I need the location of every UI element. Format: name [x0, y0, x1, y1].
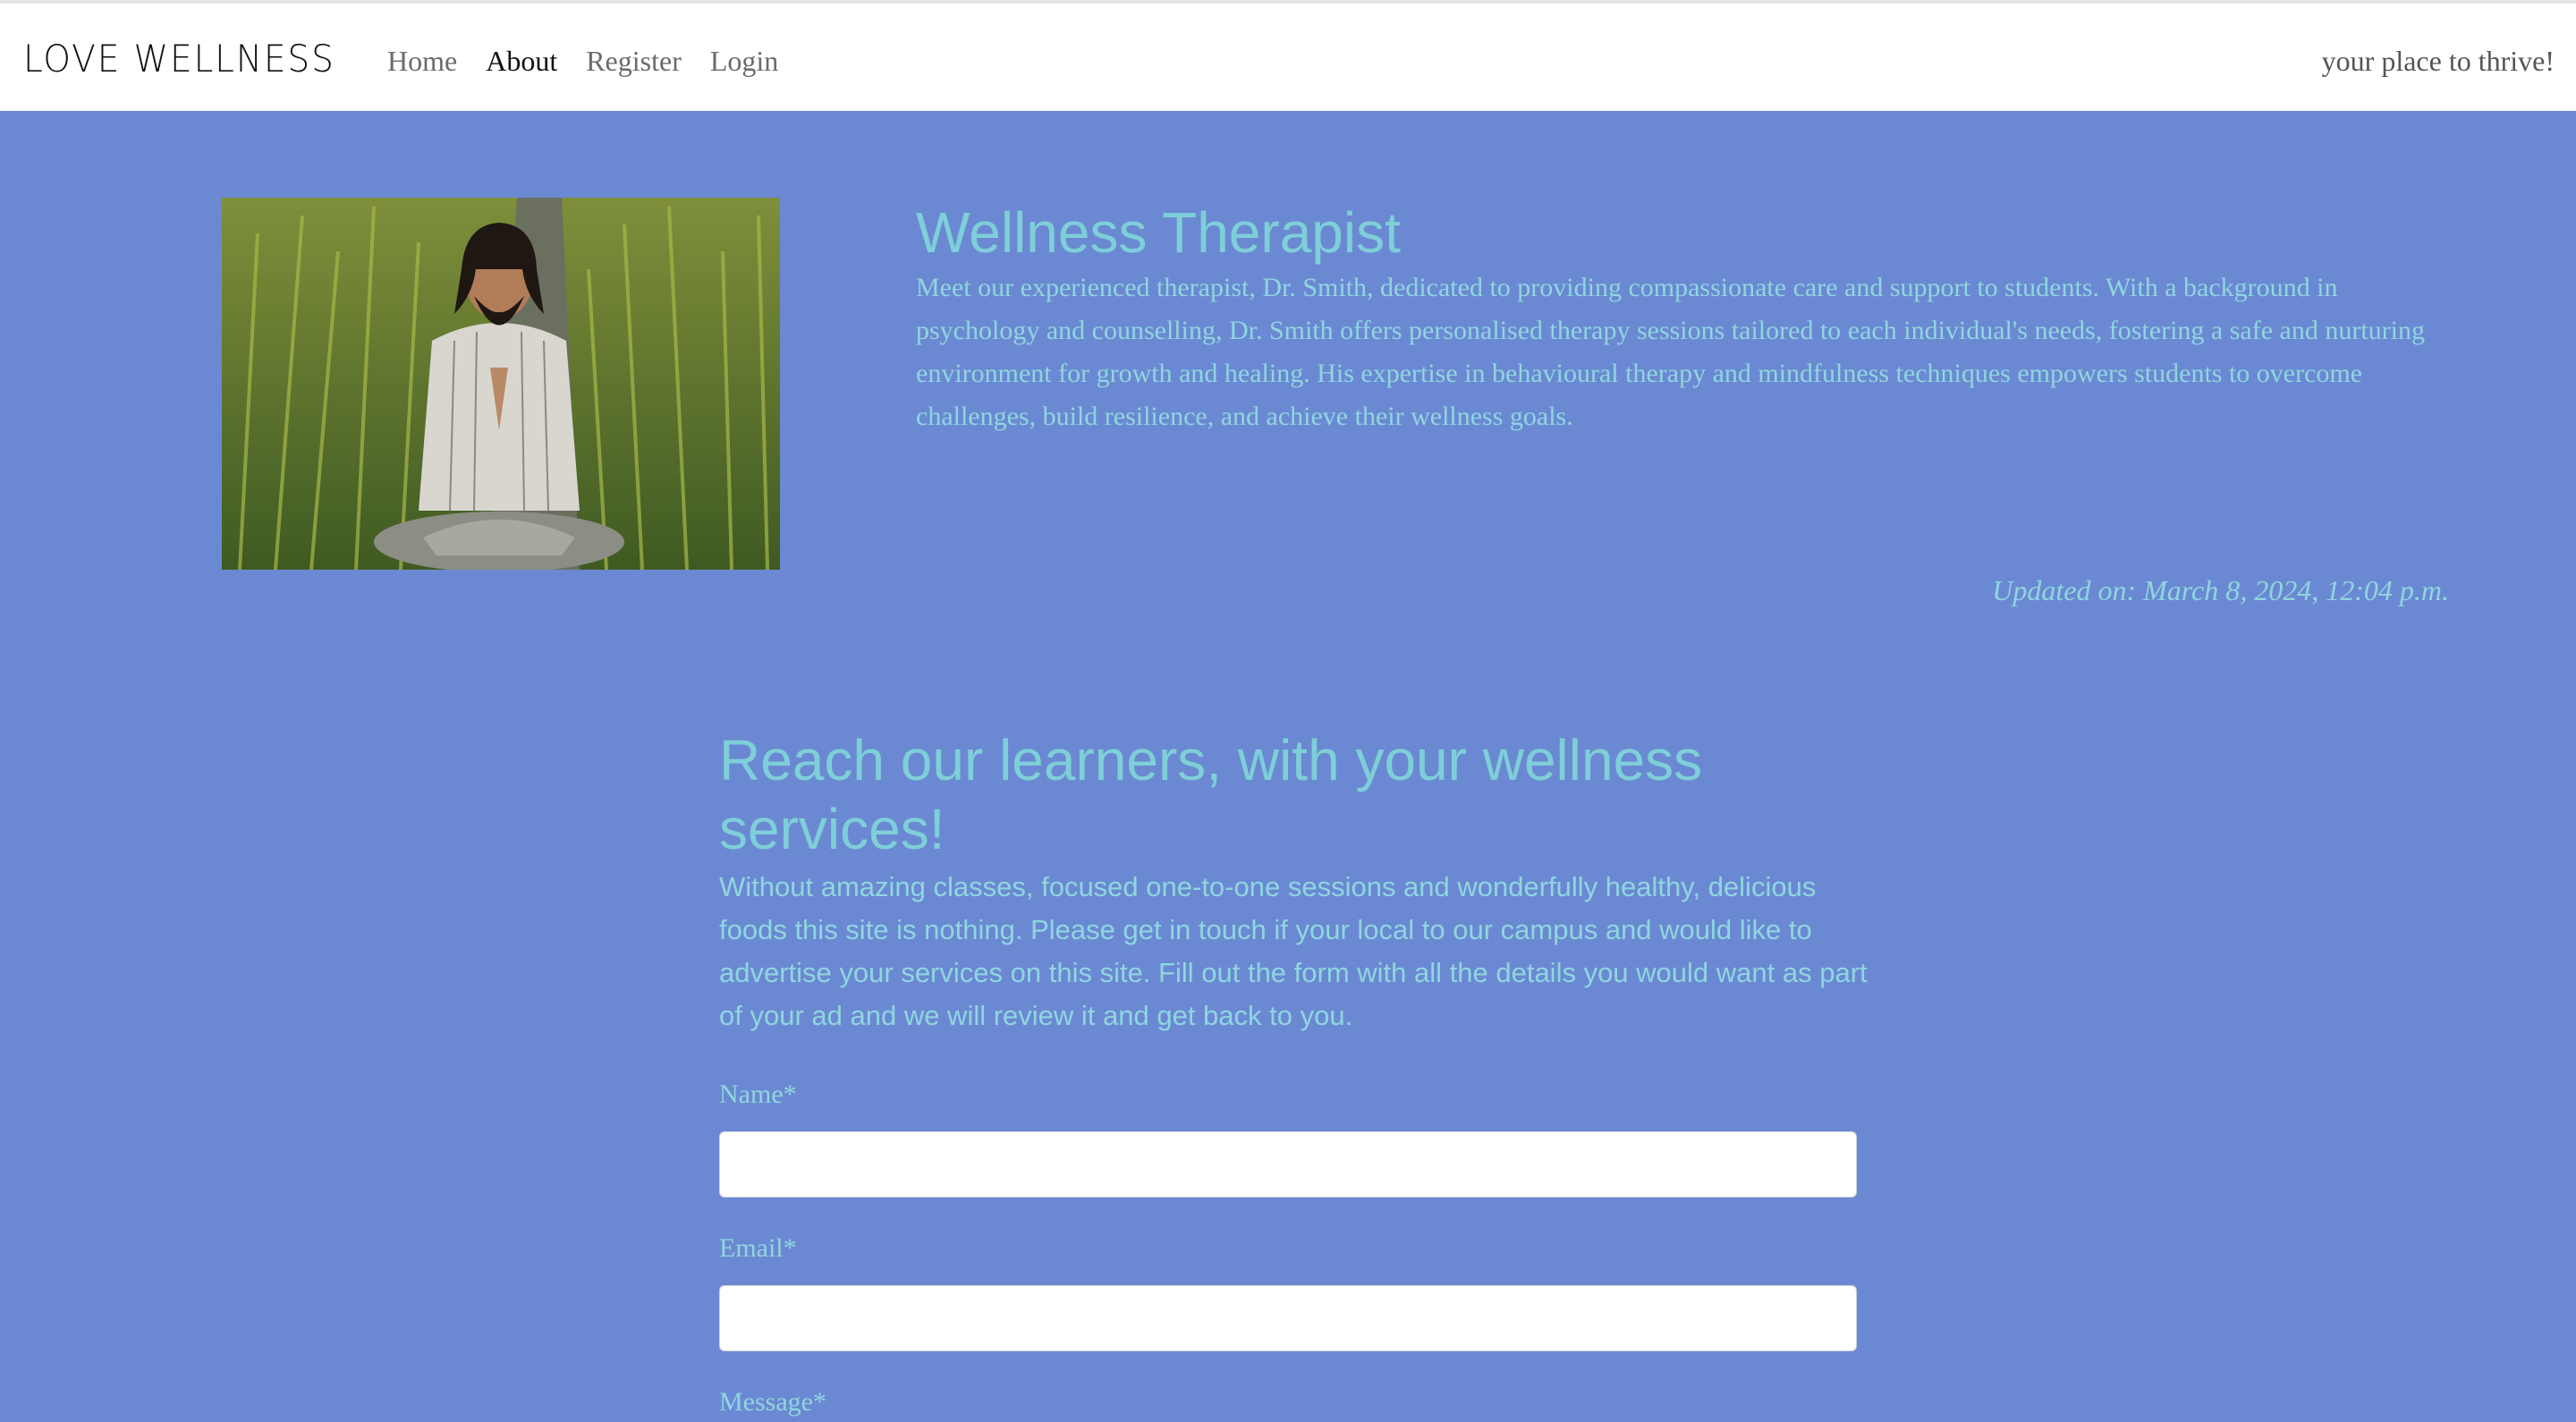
updated-timestamp: Updated on: March 8, 2024, 12:04 p.m.	[1992, 574, 2449, 606]
therapist-description: Meet our experienced therapist, Dr. Smit…	[916, 273, 2425, 431]
nav-link-login[interactable]: Login	[710, 39, 778, 82]
nav-links: Home About Register Login	[387, 39, 807, 82]
name-input[interactable]	[719, 1131, 1857, 1198]
reach-description: Without amazing classes, focused one-to-…	[719, 871, 1868, 1031]
brand-logo[interactable]: LOVE WELLNESS	[23, 34, 335, 84]
reach-title: Reach our learners, with your wellness s…	[719, 728, 1703, 861]
nav-link-home[interactable]: Home	[387, 39, 457, 82]
nav-link-register[interactable]: Register	[586, 39, 682, 82]
tagline: your place to thrive!	[2321, 45, 2555, 77]
nav-link-about[interactable]: About	[486, 39, 557, 82]
name-label: Name*	[719, 1079, 797, 1109]
therapist-photo	[222, 198, 780, 570]
email-label: Email*	[719, 1233, 797, 1263]
email-input[interactable]	[719, 1285, 1857, 1351]
therapist-title: Wellness Therapist	[916, 200, 1401, 265]
message-label: Message*	[719, 1387, 826, 1417]
navbar: LOVE WELLNESS Home About Register Login …	[0, 4, 2576, 111]
